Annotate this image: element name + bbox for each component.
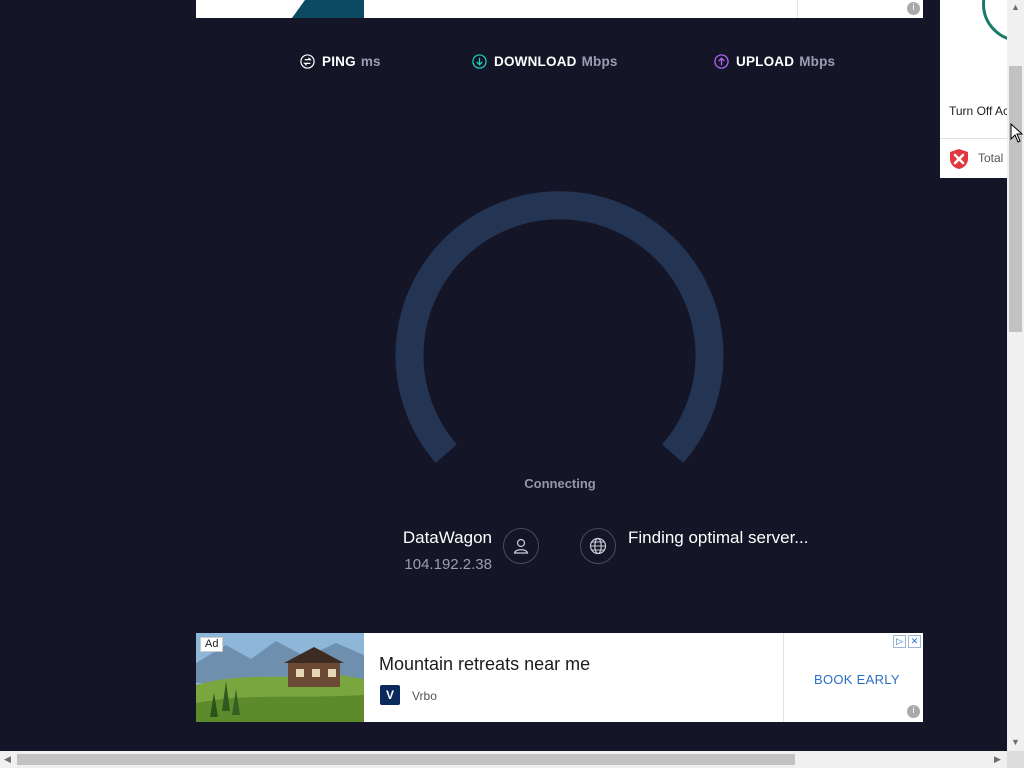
download-metric: DOWNLOAD Mbps bbox=[472, 52, 618, 70]
top-ad-banner[interactable]: i bbox=[196, 0, 923, 18]
ad-image[interactable] bbox=[292, 0, 364, 18]
ping-unit: ms bbox=[360, 53, 381, 69]
ping-metric: PING ms bbox=[300, 52, 381, 70]
upload-label: UPLOAD bbox=[736, 53, 795, 69]
adchoices-icon[interactable]: ▷ bbox=[893, 635, 906, 648]
mouse-cursor-icon bbox=[1010, 123, 1024, 143]
upload-metric: UPLOAD Mbps bbox=[714, 52, 835, 70]
scroll-up-arrow-icon[interactable]: ▲ bbox=[1011, 2, 1020, 12]
ping-label: PING bbox=[322, 53, 356, 69]
ad-headline[interactable]: Mountain retreats near me bbox=[379, 654, 590, 675]
ad-image[interactable]: Ad bbox=[196, 633, 364, 722]
divider bbox=[940, 138, 1007, 139]
horizontal-scrollbar[interactable]: ◀ ▶ bbox=[0, 751, 1007, 768]
provider-name: DataWagon bbox=[402, 528, 492, 547]
vertical-scrollbar[interactable]: ▲ ▼ bbox=[1007, 0, 1024, 751]
server-status: Finding optimal server... bbox=[628, 528, 809, 547]
scrollbar-corner bbox=[1007, 751, 1024, 768]
connecting-status: Connecting bbox=[524, 476, 596, 491]
speed-gauge bbox=[395, 191, 724, 463]
ad-info-icon[interactable]: i bbox=[907, 2, 920, 15]
vertical-scroll-thumb[interactable] bbox=[1009, 66, 1022, 332]
scroll-right-arrow-icon[interactable]: ▶ bbox=[994, 754, 1001, 765]
ad-brand[interactable]: Vrbo bbox=[412, 689, 437, 703]
user-icon[interactable] bbox=[503, 528, 539, 564]
ad-divider bbox=[783, 633, 784, 722]
side-ad[interactable]: Turn Off Ac Total bbox=[940, 0, 1007, 178]
upload-unit: Mbps bbox=[799, 53, 836, 69]
gauge-track bbox=[395, 191, 724, 463]
ring-graphic bbox=[982, 0, 1007, 42]
product-name: Total bbox=[978, 151, 1004, 165]
close-ad-icon[interactable]: ✕ bbox=[908, 635, 921, 648]
antivirus-shield-icon bbox=[950, 149, 968, 169]
book-early-button[interactable]: BOOK EARLY bbox=[814, 672, 900, 687]
download-label: DOWNLOAD bbox=[494, 53, 577, 69]
download-unit: Mbps bbox=[581, 53, 618, 69]
scroll-left-arrow-icon[interactable]: ◀ bbox=[4, 754, 11, 765]
horizontal-scroll-thumb[interactable] bbox=[17, 754, 795, 765]
turn-off-ads-link[interactable]: Turn Off Ac bbox=[949, 104, 1007, 118]
provider-ip: 104.192.2.38 bbox=[404, 556, 492, 573]
ad-divider bbox=[797, 0, 798, 18]
ad-info-icon[interactable]: i bbox=[907, 705, 920, 718]
upload-arrow-icon bbox=[714, 53, 729, 69]
globe-icon[interactable] bbox=[580, 528, 616, 564]
download-arrow-icon bbox=[472, 53, 487, 69]
vrbo-logo-icon: V bbox=[380, 685, 400, 705]
scroll-down-arrow-icon[interactable]: ▼ bbox=[1011, 737, 1020, 747]
ping-icon bbox=[300, 53, 315, 69]
ad-badge: Ad bbox=[200, 637, 224, 652]
bottom-ad-banner[interactable]: Ad Mountain retreats near me V Vrbo BOOK… bbox=[196, 633, 923, 722]
